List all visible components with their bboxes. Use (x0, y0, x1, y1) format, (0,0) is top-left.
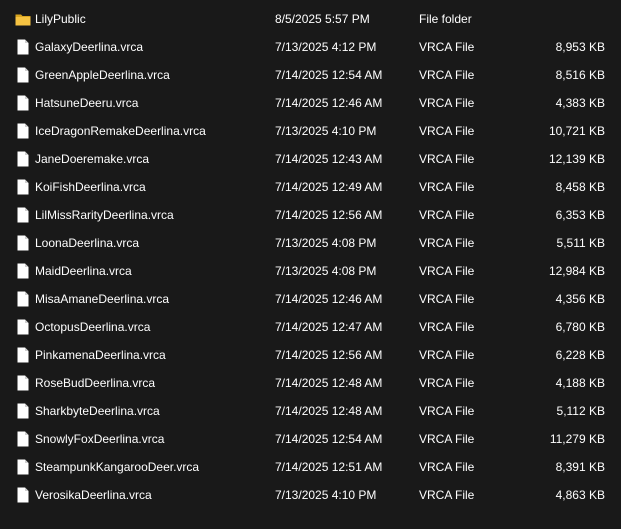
file-row[interactable]: RoseBudDeerlina.vrca 7/14/2025 12:48 AM VR… (0, 369, 621, 397)
file-icon (15, 150, 31, 168)
file-date-modified: 7/14/2025 12:54 AM (275, 68, 383, 82)
file-row[interactable]: GreenAppleDeerlina.vrca 7/14/2025 12:54 A… (0, 61, 621, 89)
file-date-modified: 7/13/2025 4:10 PM (275, 488, 377, 502)
file-date-modified: 7/14/2025 12:54 AM (275, 432, 383, 446)
file-name: JaneDoeremake.vrca (35, 152, 150, 166)
file-row[interactable]: LilyPublic 8/5/2025 5:57 PM File folder (0, 5, 621, 33)
file-name: PinkamenaDeerlina.vrca (35, 348, 166, 362)
file-name: LoonaDeerlina.vrca (35, 236, 140, 250)
file-name: MaidDeerlina.vrca (35, 264, 132, 278)
file-name: VerosikaDeerlina.vrca (35, 488, 152, 502)
file-name: LilyPublic (35, 12, 86, 26)
file-icon (15, 178, 31, 196)
file-name: GreenAppleDeerlina.vrca (35, 68, 170, 82)
file-size: 4,863 KB (555, 488, 605, 502)
file-size: 10,721 KB (548, 124, 605, 138)
file-name: GalaxyDeerlina.vrca (35, 40, 144, 54)
file-row[interactable]: GalaxyDeerlina.vrca 7/13/2025 4:12 PM VRCA… (0, 33, 621, 61)
file-row[interactable]: KoiFishDeerlina.vrca 7/14/2025 12:49 AM VR… (0, 173, 621, 201)
file-icon (15, 290, 31, 308)
file-size: 8,458 KB (555, 180, 605, 194)
file-row[interactable]: VerosikaDeerlina.vrca 7/13/2025 4:10 PM VR… (0, 481, 621, 509)
file-icon (15, 234, 31, 252)
file-size: 6,353 KB (555, 208, 605, 222)
file-size: 11,279 KB (549, 432, 605, 446)
file-row[interactable]: IceDragonRemakeDeerlina.vrca 7/13/2025 4:… (0, 117, 621, 145)
file-row[interactable]: LoonaDeerlina.vrca 7/13/2025 4:08 PM VRCA … (0, 229, 621, 257)
file-size: 4,188 KB (555, 376, 605, 390)
file-date-modified: 7/14/2025 12:48 AM (275, 376, 383, 390)
file-date-modified: 7/14/2025 12:47 AM (275, 320, 383, 334)
file-icon (15, 346, 31, 364)
file-icon (15, 430, 31, 448)
file-row[interactable]: SnowlyFoxDeerlina.vrca 7/14/2025 12:54 AM… (0, 425, 621, 453)
file-size: 12,984 KB (548, 264, 605, 278)
file-list: LilyPublic 8/5/2025 5:57 PM File folder Gal… (0, 0, 621, 529)
file-row[interactable]: SharkbyteDeerlina.vrca 7/14/2025 12:48 AM… (0, 397, 621, 425)
file-size: 4,383 KB (555, 96, 605, 110)
file-icon (15, 402, 31, 420)
file-name: LilMissRarityDeerlina.vrca (35, 208, 174, 222)
file-icon (15, 486, 31, 504)
file-row[interactable]: JaneDoeremake.vrca 7/14/2025 12:43 AM VRCA… (0, 145, 621, 173)
file-name: OctopusDeerlina.vrca (35, 320, 151, 334)
file-row[interactable]: HatsuneDeeru.vrca 7/14/2025 12:46 AM VRCA … (0, 89, 621, 117)
file-date-modified: 7/13/2025 4:12 PM (275, 40, 377, 54)
file-row[interactable]: MisaAmaneDeerlina.vrca 7/14/2025 12:46 AM… (0, 285, 621, 313)
file-row[interactable]: OctopusDeerlina.vrca 7/14/2025 12:47 AM VR… (0, 313, 621, 341)
file-date-modified: 7/14/2025 12:56 AM (275, 348, 383, 362)
file-size (500, 5, 605, 33)
file-size: 5,112 KB (556, 404, 605, 418)
file-date-modified: 8/5/2025 5:57 PM (275, 12, 370, 26)
file-date-modified: 7/14/2025 12:43 AM (275, 152, 383, 166)
file-size: 12,139 KB (548, 152, 605, 166)
file-date-modified: 7/14/2025 12:46 AM (275, 96, 383, 110)
file-size: 6,228 KB (555, 348, 605, 362)
file-date-modified: 7/13/2025 4:10 PM (275, 124, 377, 138)
file-date-modified: 7/14/2025 12:48 AM (275, 404, 383, 418)
file-icon (15, 374, 31, 392)
file-name: SnowlyFoxDeerlina.vrca (35, 432, 165, 446)
file-name: SteampunkKangarooDeer.vrca (35, 460, 200, 474)
file-row[interactable]: MaidDeerlina.vrca 7/13/2025 4:08 PM VRCA F… (0, 257, 621, 285)
file-size: 4,356 KB (555, 292, 605, 306)
file-icon (15, 318, 31, 336)
file-icon (15, 262, 31, 280)
file-icon (15, 38, 31, 56)
file-date-modified: 7/13/2025 4:08 PM (275, 236, 377, 250)
file-name: RoseBudDeerlina.vrca (35, 376, 156, 390)
file-icon (15, 458, 31, 476)
file-name: SharkbyteDeerlina.vrca (35, 404, 160, 418)
file-size: 8,391 KB (555, 460, 605, 474)
file-name: IceDragonRemakeDeerlina.vrca (35, 124, 206, 138)
file-date-modified: 7/14/2025 12:56 AM (275, 208, 383, 222)
file-date-modified: 7/14/2025 12:51 AM (275, 460, 383, 474)
file-size: 6,780 KB (555, 320, 605, 334)
file-size: 5,511 KB (556, 236, 605, 250)
file-row[interactable]: SteampunkKangarooDeer.vrca 7/14/2025 12:5… (0, 453, 621, 481)
file-row[interactable]: LilMissRarityDeerlina.vrca 7/14/2025 12:5… (0, 201, 621, 229)
file-icon (15, 66, 31, 84)
file-icon (15, 122, 31, 140)
folder-icon (15, 10, 31, 28)
file-date-modified: 7/13/2025 4:08 PM (275, 264, 377, 278)
file-date-modified: 7/14/2025 12:49 AM (275, 180, 383, 194)
file-name: KoiFishDeerlina.vrca (35, 180, 146, 194)
file-size: 8,953 KB (555, 40, 605, 54)
file-name: MisaAmaneDeerlina.vrca (35, 292, 170, 306)
file-icon (15, 94, 31, 112)
file-name: HatsuneDeeru.vrca (35, 96, 139, 110)
file-date-modified: 7/14/2025 12:46 AM (275, 292, 383, 306)
file-size: 8,516 KB (555, 68, 605, 82)
file-icon (15, 206, 31, 224)
file-row[interactable]: PinkamenaDeerlina.vrca 7/14/2025 12:56 AM… (0, 341, 621, 369)
